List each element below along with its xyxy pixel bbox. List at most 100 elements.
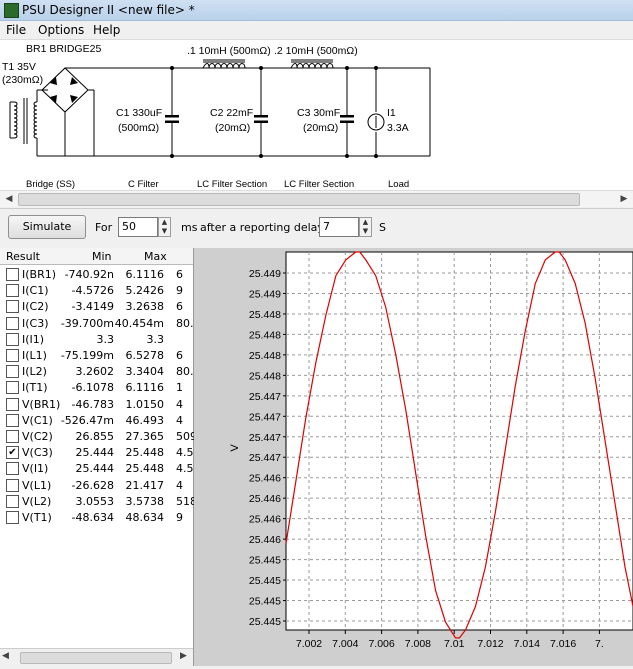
row-checkbox[interactable] [6,478,19,492]
cell-min: -526.47m [60,413,114,427]
l2-label: .2 10mH (500mΩ) [274,45,358,57]
table-row[interactable]: I(L2) 3.2602 3.3404 80. [0,363,194,379]
table-row[interactable]: I(C2) -3.4149 3.2638 6 [0,298,193,314]
cell-extra: 4.5 [176,446,194,460]
row-checkbox[interactable] [6,268,19,281]
cell-max: 27.365 [125,430,165,443]
transformer-primary [13,101,18,139]
cell-min: -48.634 [71,511,114,524]
ms-label: ms [181,221,198,234]
y-tick-label: 25.446 [249,514,281,526]
scroll-right-icon[interactable]: ▶ [617,192,631,206]
row-checkbox[interactable] [6,494,19,508]
table-row[interactable]: ✔ V(C3) 25.444 25.448 4.5 [0,444,194,460]
cell-extra: 6 [176,300,183,314]
y-tick-label: 25.446 [249,534,281,546]
scroll-thumb[interactable] [18,193,580,206]
transformer-name: T1 35V [2,61,36,73]
schematic-diagram: BR1 BRIDGE25 T1 35V (230mΩ) .1 10mH (500… [2,43,431,190]
table-row[interactable]: I(BR1) -740.92n 6.1116 6 [0,266,193,282]
row-checkbox[interactable] [6,316,19,330]
cell-name: V(L1) [22,478,52,492]
table-row[interactable]: I(I1) 3.3 3.3 [0,331,193,347]
x-tick-label: 7.002 [296,638,322,650]
x-tick-label: 7. [595,638,604,650]
table-row[interactable]: I(C3) -39.700m 40.454m 80. [0,315,194,331]
row-checkbox[interactable] [6,365,19,379]
title-bar: PSU Designer II <new file> * [0,0,633,21]
row-checkbox[interactable] [6,397,19,411]
spin-down-icon[interactable]: ▼ [159,227,170,236]
y-tick-label: 25.445 [249,616,281,628]
table-row[interactable]: V(L2) 3.0553 3.5738 518 [0,493,197,509]
header-min[interactable]: Min [92,250,112,263]
c3-res: (20mΩ) [303,122,338,134]
cell-name: I(L1) [22,349,47,362]
menu-help[interactable]: Help [93,23,120,37]
cell-name: V(I1) [22,462,49,476]
duration-input[interactable]: 50 [118,217,158,237]
cell-extra: 80. [176,365,194,379]
cell-max: 1.0150 [125,397,165,411]
row-checkbox[interactable] [6,349,19,362]
header-max[interactable]: Max [144,250,167,263]
cell-name: I(C3) [22,316,49,330]
row-checkbox[interactable] [6,511,19,524]
y-tick-label: 25.449 [249,268,281,280]
row-checkbox[interactable] [6,381,19,395]
delay-down-icon[interactable]: ▼ [360,227,371,236]
y-tick-label: 25.448 [249,370,281,382]
results-scrollbar[interactable]: ◀ ▶ [0,648,193,666]
y-tick-label: 25.447 [249,432,281,444]
cell-name: V(T1) [22,511,52,524]
table-row[interactable]: V(L1) -26.628 21.417 4 [0,477,193,493]
delay-input[interactable]: 7 [319,217,359,237]
voltage-chart[interactable]: 25.449 25.449 25.448 25.448 25.448 25.448 25.4… [194,248,633,666]
scroll-left-icon[interactable]: ◀ [2,192,16,206]
cell-extra: 4 [176,413,183,427]
row-checkbox[interactable] [6,430,19,443]
table-row[interactable]: I(T1) -6.1078 6.1116 1 [0,379,193,395]
row-checkbox[interactable] [6,284,19,298]
delay-up-icon[interactable]: ▲ [360,218,371,227]
results-scroll-right-icon[interactable]: ▶ [180,651,187,661]
x-tick-label: 7.012 [477,638,503,650]
table-row[interactable]: I(C1) -4.5726 5.2426 9 [0,282,193,298]
results-scroll-thumb[interactable] [20,652,172,664]
cell-max: 6.5278 [125,349,165,362]
header-result[interactable]: Result [6,250,40,263]
cell-extra: 4 [176,397,183,411]
cell-name: I(C1) [22,284,49,298]
cell-max: 6.1116 [125,381,165,395]
c2-name: C2 22mF [210,107,253,119]
row-checkbox[interactable] [6,332,19,346]
simulate-button[interactable]: Simulate [8,215,86,239]
row-checkbox[interactable]: ✔ [6,446,19,460]
table-row[interactable]: V(C1) -526.47m 46.493 4 [0,412,193,428]
row-checkbox[interactable] [6,300,19,314]
cell-min: -75.199m [60,349,114,362]
menu-file[interactable]: File [6,23,26,37]
delay-spinner[interactable]: ▲ ▼ [359,217,372,237]
schematic-scrollbar[interactable]: ◀ ▶ [0,190,633,207]
y-tick-label: 25.446 [249,493,281,505]
menu-options[interactable]: Options [38,23,84,37]
table-row[interactable]: V(T1) -48.634 48.634 9 [0,509,193,525]
y-tick-label: 25.447 [249,411,281,423]
table-row[interactable]: I(L1) -75.199m 6.5278 6 [0,347,193,363]
duration-spinner[interactable]: ▲ ▼ [158,217,171,237]
cell-min: -26.628 [71,478,114,492]
cell-name: I(L2) [22,365,47,379]
cell-min: -6.1078 [71,381,114,395]
c1-name: C1 330uF [116,107,162,119]
results-scroll-left-icon[interactable]: ◀ [2,651,9,661]
table-row[interactable]: V(C2) 26.855 27.365 509 [0,428,197,444]
row-checkbox[interactable] [6,413,19,427]
table-row[interactable]: V(BR1) -46.783 1.0150 4 [0,396,193,412]
table-row[interactable]: V(I1) 25.444 25.448 4.5 [0,460,194,476]
spin-up-icon[interactable]: ▲ [159,218,170,227]
schematic-panel[interactable]: BR1 BRIDGE25 T1 35V (230mΩ) .1 10mH (500… [0,40,633,190]
row-checkbox[interactable] [6,462,19,476]
inductor-l1 [202,63,246,69]
menu-bar: File Options Help [0,21,633,40]
